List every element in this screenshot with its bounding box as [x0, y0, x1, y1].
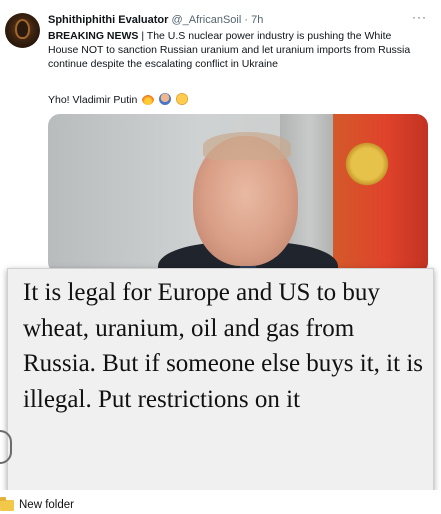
- face-with-hand-over-mouth-emoji-icon: [176, 93, 189, 105]
- author-handle[interactable]: @_AfricanSoil: [171, 14, 241, 26]
- folder-icon[interactable]: [0, 497, 14, 511]
- author-avatar[interactable]: [5, 13, 40, 48]
- tweet-text: BREAKING NEWS | The U.S nuclear power in…: [48, 29, 420, 71]
- overlay-text: It is legal for Europe and US to buy whe…: [23, 279, 423, 413]
- text-overlay-window: It is legal for Europe and US to buy whe…: [7, 268, 434, 492]
- breaking-news-label: BREAKING NEWS: [48, 30, 139, 42]
- folder-label[interactable]: New folder: [19, 499, 74, 511]
- flag-emblem: [343, 139, 391, 189]
- tweet-reply-line: Yho! Vladimir Putin: [48, 93, 189, 106]
- more-options-icon[interactable]: ···: [412, 10, 427, 24]
- reply-line-text: Yho! Vladimir Putin: [48, 94, 138, 106]
- tweet-time[interactable]: 7h: [251, 14, 263, 26]
- photo-figure-hair: [203, 132, 291, 160]
- photo-flag: [333, 114, 428, 274]
- separator-dot: ·: [244, 14, 249, 26]
- fire-emoji-icon: [142, 93, 155, 105]
- author-name[interactable]: Sphithiphithi Evaluator: [48, 14, 168, 26]
- tweet-header: Sphithiphithi Evaluator @_AfricanSoil · …: [48, 14, 263, 26]
- person-gesturing-emoji-icon: [159, 93, 172, 105]
- tweet-photo[interactable]: [48, 114, 428, 274]
